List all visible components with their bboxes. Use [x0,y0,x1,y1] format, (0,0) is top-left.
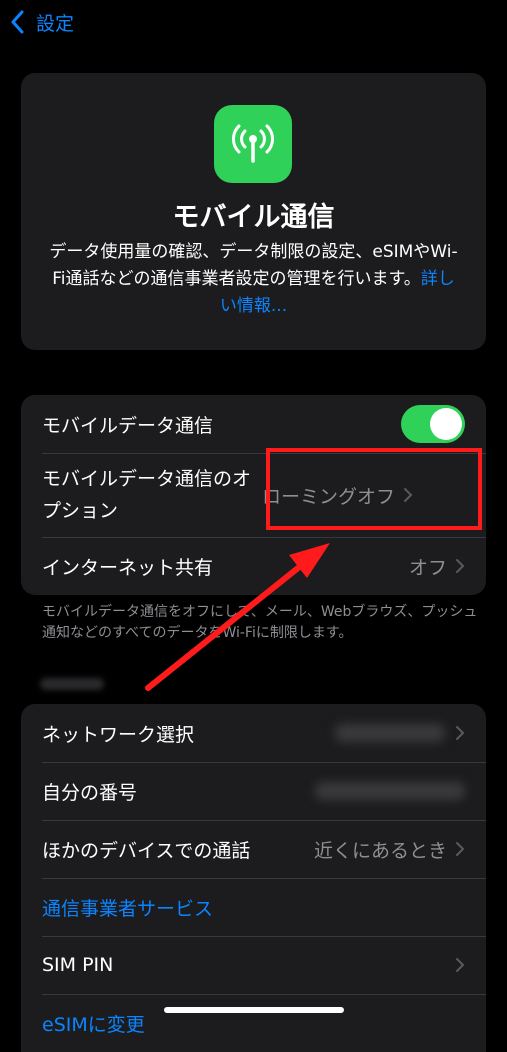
annotation-arrow [145,543,330,691]
home-indicator [164,1007,344,1013]
